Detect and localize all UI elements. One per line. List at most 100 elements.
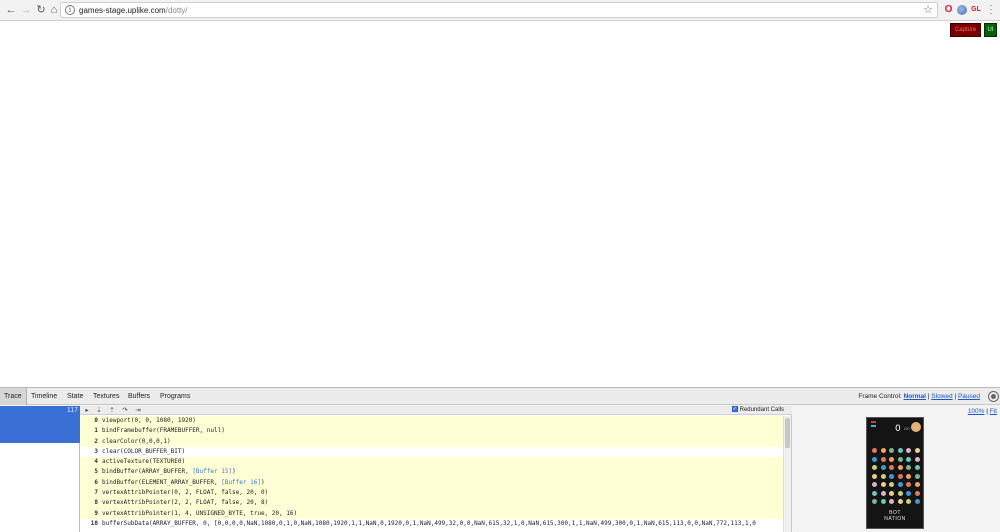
tab-state[interactable]: State [63,388,87,405]
call-row[interactable]: 1 bindFramebuffer(FRAMEBUFFER, null) [80,426,783,437]
buffer-ref-link[interactable]: [Buffer 15] [192,468,232,475]
step-over-icon[interactable]: ↷ [120,406,130,415]
call-index: 1 [94,427,98,435]
game-hud-bar [871,421,876,423]
call-text: bindFramebuffer(FRAMEBUFFER, null) [102,427,225,435]
frame-control-sep: | [954,393,957,400]
zoom-100-link[interactable]: 100% [968,408,985,415]
call-row[interactable]: 9 vertexAttribPointer(1, 4, UNSIGNED_BYTE… [80,508,783,519]
trace-toolbar: ▸ ⇣ ⇡ ↷ ⇥ Redundant Calls [80,405,792,415]
game-dot [906,465,911,470]
tab-buffers[interactable]: Buffers [124,388,154,405]
call-row[interactable]: 6 bindBuffer(ELEMENT_ARRAY_BUFFER, [Buffe… [80,477,783,489]
tab-textures[interactable]: Textures [89,388,123,405]
forward-arrow-icon[interactable]: → [19,3,33,17]
gear-icon[interactable] [989,392,998,401]
trace-scrollbar[interactable] [783,416,791,532]
frame-item-selected[interactable]: 117 [0,406,80,443]
tab-trace[interactable]: Trace [0,388,27,405]
game-dot [889,482,894,487]
site-info-icon[interactable]: i [65,5,75,15]
frame-control-normal[interactable]: Normal [904,393,926,400]
menu-kebab-icon[interactable]: · · · [988,1,994,18]
game-dot [889,448,894,453]
game-dot [906,448,911,453]
call-index: 2 [94,437,98,445]
call-index: 9 [94,509,98,517]
back-arrow-icon[interactable]: ← [4,3,18,17]
frame-control-sep: | [927,393,930,400]
game-dot [906,473,911,479]
call-text: bufferSubData(ARRAY_BUFFER, 0, [0,0,0,0,… [102,519,756,527]
play-icon[interactable]: ▸ [82,406,92,415]
tab-programs[interactable]: Programs [156,388,194,405]
capture-button[interactable]: Capture [950,23,981,37]
call-row[interactable]: 2 clearColor(0,0,0,1) [80,436,783,447]
game-dot [897,448,903,453]
game-preview-image: 0 /20 BOT NATION [866,417,924,529]
game-logo-line2: NATION [884,516,906,522]
step-back-icon[interactable]: ⇡ [107,406,117,415]
game-dot [897,465,903,470]
call-text: ) [260,478,265,486]
game-dot [914,499,920,504]
game-dot [872,448,877,453]
game-hud-bar [871,425,876,427]
game-dot [906,482,911,487]
browser-toolbar: ← → ↻ ⌂ i games-stage.uplike.com/dotty/ … [0,0,1000,21]
call-index: 7 [94,489,98,497]
call-row[interactable]: 7 vertexAttribPointer(0, 2, FLOAT, false,… [80,488,783,499]
trace-scrollbar-thumb[interactable] [785,418,790,448]
game-score: 0 [895,424,901,434]
checkbox-checked-icon[interactable] [731,405,738,414]
frame-control: Frame Control: Normal | Slowed | Paused [858,388,980,406]
call-text: bindBuffer(ELEMENT_ARRAY_BUFFER, [102,478,222,486]
game-dot [889,465,894,470]
game-dot [897,473,903,479]
game-dot [914,456,920,462]
run-to-icon[interactable]: ⇥ [133,406,143,415]
url-path: /dotty/ [165,6,188,15]
redundant-calls-toggle[interactable]: Redundant Calls [731,405,784,415]
frame-control-paused[interactable]: Paused [958,393,980,400]
game-dot [880,473,886,479]
url-text[interactable]: games-stage.uplike.com/dotty/ [79,4,188,17]
frame-number: 117 [66,407,78,414]
call-row[interactable]: 8 vertexAttribPointer(2, 2, FLOAT, false,… [80,498,783,509]
call-text: clearColor(0,0,0,1) [102,437,171,445]
frame-preview: 100% | Fit 0 /20 BOT NATION [793,406,1000,532]
call-text: ) [232,468,236,476]
home-icon[interactable]: ⌂ [47,3,61,17]
call-row[interactable]: 10 bufferSubData(ARRAY_BUFFER, 0, [0,0,0,… [80,519,783,529]
globe-icon[interactable] [957,5,967,15]
call-row[interactable]: 3 clear(COLOR_BUFFER_BIT) [80,447,783,457]
gl-icon[interactable]: GL [969,4,983,16]
ui-toggle-button[interactable]: UI [984,23,997,37]
inspector-tabbar: Trace Timeline State Textures Buffers Pr… [0,388,1000,405]
game-dot [914,490,920,496]
game-dot [880,499,886,504]
call-row[interactable]: 5 bindBuffer(ARRAY_BUFFER, [Buffer 15]) [80,467,783,478]
zoom-fit-link[interactable]: Fit [990,408,997,415]
frame-control-slowed[interactable]: Slowed [931,393,952,400]
bookmark-star-icon[interactable]: ☆ [923,3,933,17]
game-dot [906,490,911,496]
call-index: 5 [94,468,98,476]
game-dot [880,490,886,496]
game-dot [914,473,920,479]
trace-view: ▸ ⇣ ⇡ ↷ ⇥ Redundant Calls 0 viewport(0, 0… [80,405,792,532]
call-row[interactable]: 0 viewport(0, 0, 1080, 1920) [80,416,783,427]
call-row[interactable]: 4 activeTexture(TEXTURE0) [80,457,783,468]
reload-icon[interactable]: ↻ [34,3,48,17]
buffer-ref-link[interactable]: [Buffer 16] [221,479,261,486]
game-dot [872,465,877,470]
game-dot [872,490,877,496]
opera-icon[interactable]: O [943,4,954,16]
game-dot [914,448,920,453]
address-bar[interactable]: i games-stage.uplike.com/dotty/ ☆ [60,2,938,18]
tab-timeline[interactable]: Timeline [27,388,61,405]
call-text: activeTexture(TEXTURE0) [102,458,186,466]
step-forward-icon[interactable]: ⇣ [94,406,104,415]
call-index: 6 [94,478,98,486]
game-dot [872,499,877,504]
